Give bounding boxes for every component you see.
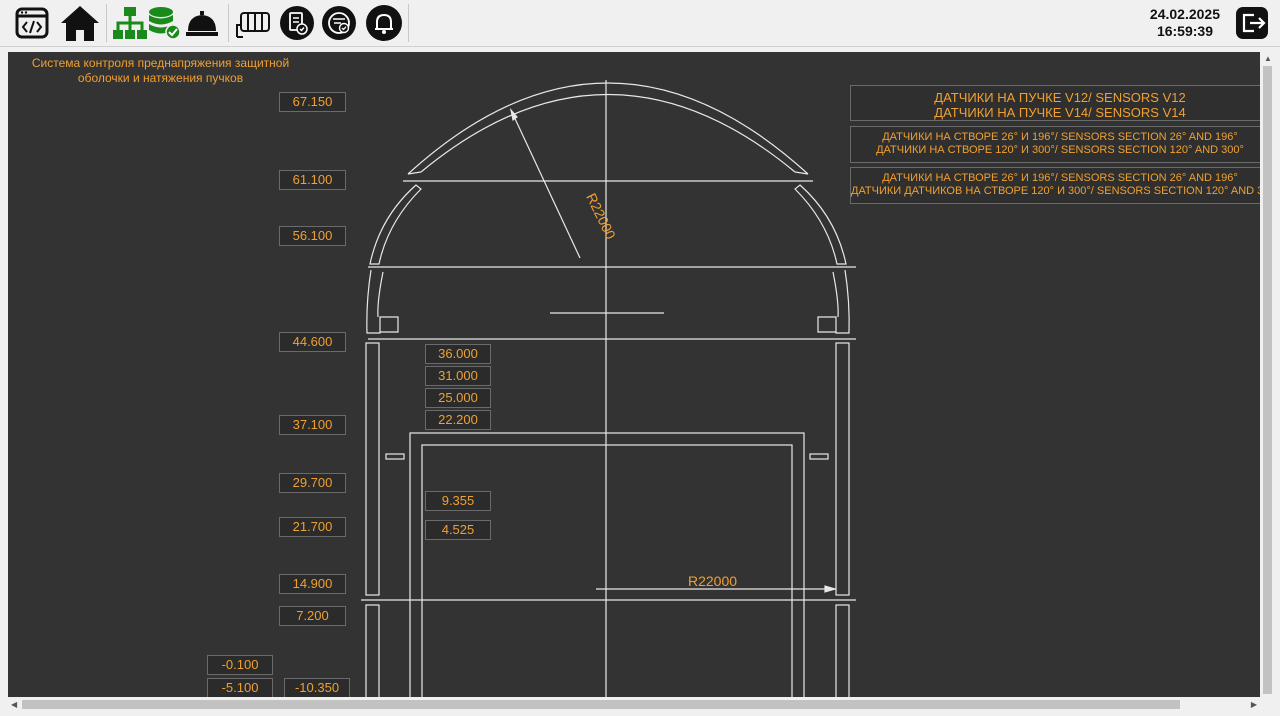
level-label: 21.700 — [279, 517, 346, 537]
scroll-up-icon[interactable]: ▲ — [1264, 55, 1272, 63]
inner-level-label: 4.525 — [425, 520, 491, 540]
pipe-section-icon[interactable] — [234, 3, 274, 43]
bell-icon[interactable] — [364, 3, 404, 43]
toolbar: 24.02.2025 16:59:39 — [0, 0, 1280, 47]
level-label: 67.150 — [279, 92, 346, 112]
dome-right-segment — [794, 184, 847, 265]
checklist-doc-icon[interactable] — [278, 3, 316, 43]
inner-level-label: 22.200 — [425, 410, 491, 430]
inner-level-label: 9.355 — [425, 491, 491, 511]
sensor-button-line: ДАТЧИКИ НА ПУЧКЕ V14/ SENSORS V14 — [934, 105, 1186, 120]
level-label: -0.100 — [207, 655, 273, 675]
dome-radius-label: R22000 — [583, 191, 619, 242]
network-tree-icon[interactable] — [112, 3, 148, 43]
code-window-icon[interactable] — [12, 3, 52, 43]
scroll-left-icon[interactable]: ◀ — [11, 701, 17, 709]
sensor-button-line: ДАТЧИКИ НА ПУЧКЕ V12/ SENSORS V12 — [934, 90, 1186, 105]
dome-inner-arc — [420, 93, 796, 173]
inner-level-label: 31.000 — [425, 366, 491, 386]
level-label: 56.100 — [279, 226, 346, 246]
level-label: 44.600 — [279, 332, 346, 352]
left-wall-upper — [365, 342, 380, 596]
sensor-button-line: ДАТЧИКИ НА СТВОРЕ 120° И 300°/ SENSORS S… — [876, 144, 1244, 156]
inner-structure-outer — [409, 432, 805, 697]
sensor-button-line: ДАТЧИКИ ДАТЧИКОВ НА СТВОРЕ 120° И 300°/ … — [851, 185, 1260, 197]
sensors-section-button-1[interactable]: ДАТЧИКИ НА СТВОРЕ 26° И 196°/ SENSORS SE… — [850, 126, 1260, 163]
date-text: 24.02.2025 — [1149, 6, 1220, 22]
containment-diagram-panel: R22000 R22000 Система контроля преднапря… — [8, 52, 1260, 697]
level-label: 29.700 — [279, 473, 346, 493]
sensor-button-line: ДАТЧИКИ НА СТВОРЕ 26° И 196°/ SENSORS SE… — [882, 131, 1238, 143]
database-check-icon[interactable] — [146, 3, 182, 43]
toolbar-separator — [228, 4, 229, 42]
service-bell-icon[interactable] — [184, 3, 220, 43]
datetime-display: 24.02.2025 16:59:39 — [1150, 6, 1220, 40]
home-icon[interactable] — [58, 3, 102, 43]
toolbar-separator — [106, 4, 107, 42]
dome-outer-arc — [407, 82, 809, 175]
wall-radius-label: R22000 — [688, 573, 737, 589]
sensors-v12-v14-button[interactable]: ДАТЧИКИ НА ПУЧКЕ V12/ SENSORS V12 ДАТЧИК… — [850, 85, 1260, 121]
right-wall-lower — [835, 604, 850, 697]
vertical-scroll-thumb[interactable] — [1263, 66, 1272, 694]
sensors-section-button-2[interactable]: ДАТЧИКИ НА СТВОРЕ 26° И 196°/ SENSORS SE… — [850, 167, 1260, 204]
horizontal-scrollbar[interactable]: ◀ ▶ — [8, 697, 1260, 712]
system-title: Система контроля преднапряжения защитной… — [31, 56, 290, 85]
inner-level-label: 36.000 — [425, 344, 491, 364]
inner-level-label: 25.000 — [425, 388, 491, 408]
scroll-right-icon[interactable]: ▶ — [1251, 701, 1257, 709]
sensor-button-line: ДАТЧИКИ НА СТВОРЕ 26° И 196°/ SENSORS SE… — [882, 172, 1238, 184]
level-label: 14.900 — [279, 574, 346, 594]
level-label: 61.100 — [279, 170, 346, 190]
exit-icon[interactable] — [1234, 4, 1272, 42]
dome-left-segment — [369, 184, 422, 265]
level-label: 7.200 — [279, 606, 346, 626]
horizontal-scroll-thumb[interactable] — [22, 700, 1180, 709]
inner-structure-inner — [421, 444, 793, 697]
level-label: -10.350 — [284, 678, 350, 697]
filter-check-icon[interactable] — [320, 3, 358, 43]
level-label: -5.100 — [207, 678, 273, 697]
right-wall-upper — [835, 342, 850, 596]
left-wall-lower — [365, 604, 380, 697]
vertical-scrollbar[interactable]: ▲ — [1260, 52, 1275, 697]
level-label: 37.100 — [279, 415, 346, 435]
time-text: 16:59:39 — [1156, 23, 1213, 39]
toolbar-separator — [408, 4, 409, 42]
